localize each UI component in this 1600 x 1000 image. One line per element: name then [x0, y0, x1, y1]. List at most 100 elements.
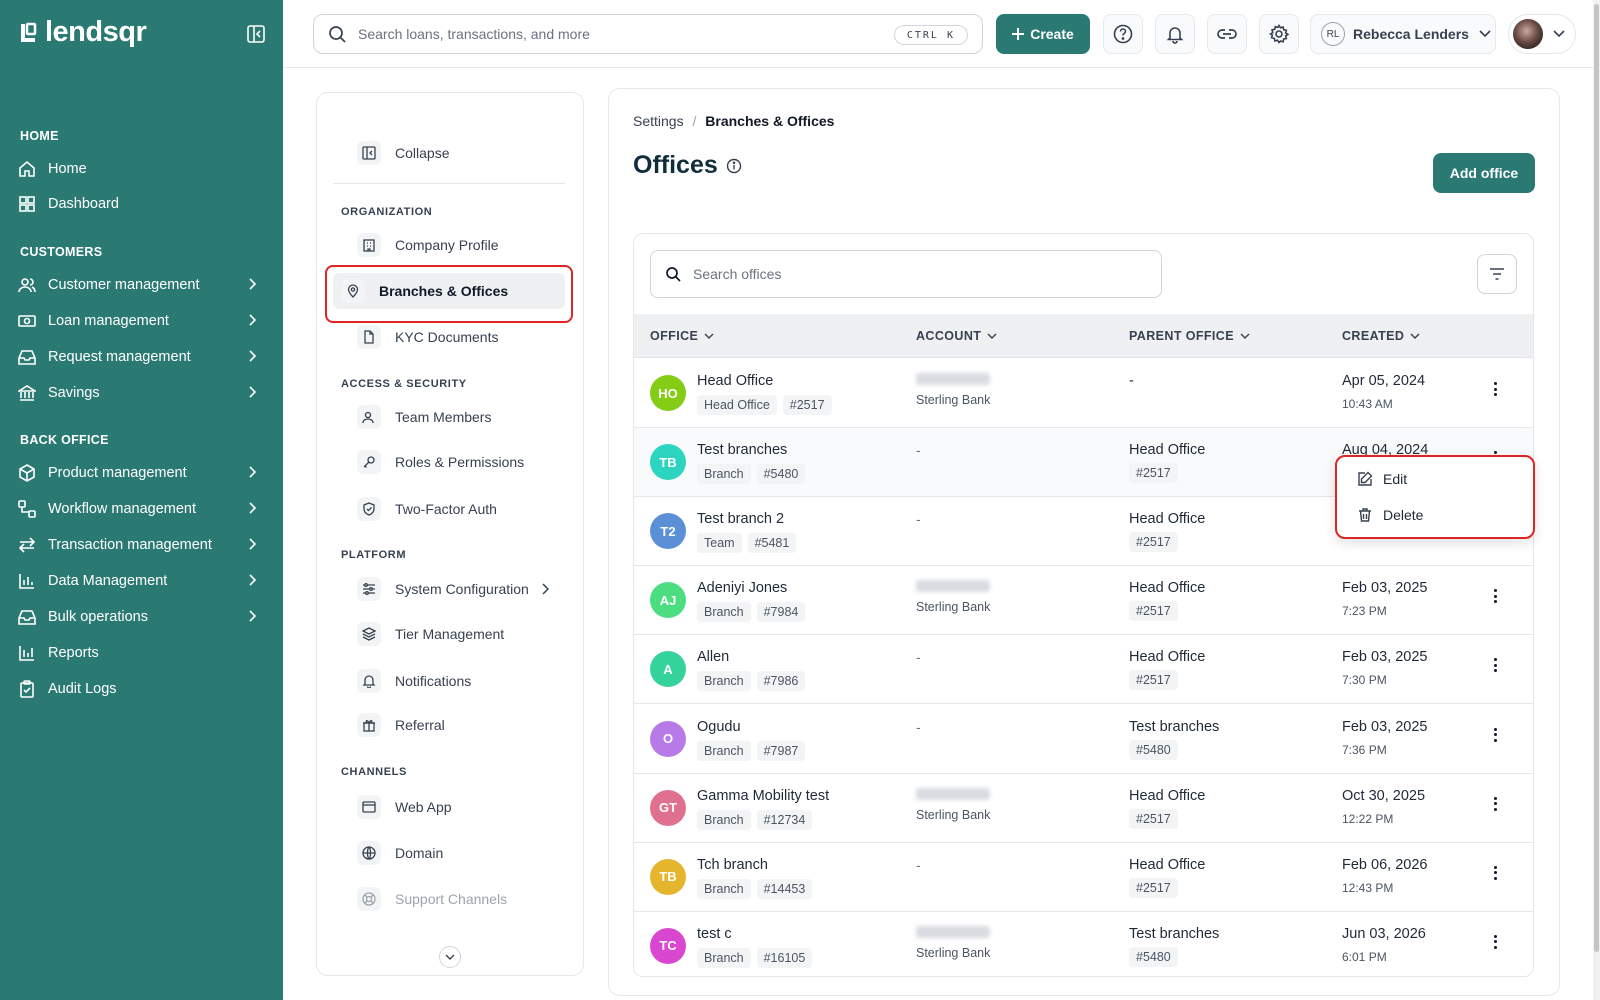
nav-request-management[interactable]: Request management: [16, 340, 268, 374]
office-name[interactable]: Test branches: [697, 442, 787, 458]
info-icon[interactable]: [726, 158, 742, 174]
chevron-down-icon: [704, 333, 714, 339]
page-title-row: Offices: [633, 151, 742, 180]
chevron-right-icon: [249, 278, 256, 290]
more-options-icon[interactable]: [1490, 794, 1500, 814]
more-options-icon[interactable]: [1490, 379, 1500, 399]
table-row[interactable]: TC test c Branch #16105 Sterling Bank Test br…: [634, 911, 1533, 976]
menu-item-delete[interactable]: Delete: [1357, 503, 1423, 527]
settings-nav-support-channels[interactable]: Support Channels: [341, 881, 573, 917]
nav-dashboard[interactable]: Dashboard: [16, 187, 268, 221]
table-row[interactable]: HO Head Office Head Office #2517 Sterling Ba…: [634, 359, 1533, 428]
breadcrumb-settings[interactable]: Settings: [633, 113, 684, 129]
office-name[interactable]: Adeniyi Jones: [697, 580, 787, 596]
filter-button[interactable]: [1477, 254, 1517, 294]
nav-data-management[interactable]: Data Management: [16, 564, 268, 598]
settings-nav-team-members[interactable]: Team Members: [341, 399, 573, 435]
nav-workflow-management[interactable]: Workflow management: [16, 492, 268, 526]
scroll-down-button[interactable]: [439, 946, 461, 968]
chevron-right-icon: [249, 574, 256, 586]
settings-nav-collapse[interactable]: Collapse: [341, 135, 573, 171]
office-name[interactable]: test c: [697, 926, 732, 942]
parent-id-tag: #2517: [1129, 463, 1178, 484]
nav-customer-management[interactable]: Customer management: [16, 268, 268, 302]
add-office-button[interactable]: Add office: [1433, 153, 1535, 193]
settings-nav-domain[interactable]: Domain: [341, 835, 573, 871]
nav-reports[interactable]: Reports: [16, 636, 268, 670]
office-name[interactable]: Head Office: [697, 373, 773, 389]
settings-nav-kyc-documents[interactable]: KYC Documents: [341, 319, 573, 355]
create-button[interactable]: Create: [996, 14, 1090, 54]
menu-item-edit[interactable]: Edit: [1357, 467, 1407, 491]
notifications-button[interactable]: [1155, 14, 1195, 54]
nav-bulk-operations[interactable]: Bulk operations: [16, 600, 268, 634]
office-avatar: TB: [650, 858, 686, 895]
nav-transaction-management[interactable]: Transaction management: [16, 528, 268, 562]
more-options-icon[interactable]: [1490, 655, 1500, 675]
settings-nav-company-profile[interactable]: Company Profile: [341, 227, 573, 263]
top-bar: Search loans, transactions, and more CTR…: [283, 0, 1600, 68]
parent-office: Head Office: [1129, 580, 1206, 597]
profile-avatar-button[interactable]: [1508, 14, 1576, 54]
help-button[interactable]: [1103, 14, 1143, 54]
column-header-account[interactable]: ACCOUNT: [916, 329, 997, 343]
table-row[interactable]: A Allen Branch #7986 - Head Office #2517 Feb 03…: [634, 635, 1533, 705]
table-row[interactable]: O Ogudu Branch #7987 - Test branches #5480 Feb …: [634, 704, 1533, 774]
link-button[interactable]: [1207, 14, 1247, 54]
users-icon: [16, 274, 38, 296]
global-search-input[interactable]: Search loans, transactions, and more CTR…: [313, 14, 983, 54]
more-options-icon[interactable]: [1490, 725, 1500, 745]
chevron-down-icon: [987, 333, 997, 339]
column-header-office[interactable]: OFFICE: [650, 329, 714, 343]
office-name[interactable]: Ogudu: [697, 719, 741, 735]
nav-loan-management[interactable]: Loan management: [16, 304, 268, 338]
office-avatar: TC: [650, 927, 686, 964]
building-icon: [357, 233, 381, 257]
nav-home[interactable]: Home: [16, 152, 268, 186]
table-row[interactable]: AJ Adeniyi Jones Branch #7984 Sterling Bank H…: [634, 566, 1533, 636]
nav-label: Reports: [48, 645, 99, 661]
office-name[interactable]: Gamma Mobility test: [697, 788, 829, 804]
settings-nav-roles-permissions[interactable]: Roles & Permissions: [341, 444, 573, 480]
settings-button[interactable]: [1259, 14, 1299, 54]
nav-savings[interactable]: Savings: [16, 376, 268, 410]
nav-product-management[interactable]: Product management: [16, 456, 268, 490]
nav-label: Tier Management: [395, 626, 505, 642]
settings-section-platform: PLATFORM: [341, 549, 407, 561]
column-header-created[interactable]: CREATED: [1342, 329, 1420, 343]
office-search-input[interactable]: Search offices: [650, 250, 1162, 298]
settings-nav-system-configuration[interactable]: System Configuration: [341, 571, 573, 607]
table-row[interactable]: TB Tch branch Branch #14453 - Head Office #251…: [634, 842, 1533, 912]
user-menu-button[interactable]: RL Rebecca Lenders: [1310, 14, 1496, 54]
office-name[interactable]: Allen: [697, 649, 729, 665]
scrollbar-thumb[interactable]: [1594, 4, 1599, 952]
more-options-icon[interactable]: [1490, 586, 1500, 606]
account-number: -: [916, 856, 921, 873]
nav-audit-logs[interactable]: Audit Logs: [16, 672, 268, 706]
collapse-icon: [357, 141, 381, 165]
more-options-icon[interactable]: [1490, 932, 1500, 952]
account-number: -: [916, 442, 921, 459]
more-options-icon[interactable]: [1490, 863, 1500, 883]
settings-nav-notifications[interactable]: Notifications: [341, 663, 573, 699]
column-header-parent-office[interactable]: PARENT OFFICE: [1129, 329, 1250, 343]
sidebar: lendsqr HOME Home Dashboard CUSTOMERS Cu…: [0, 0, 283, 1000]
table-row[interactable]: GT Gamma Mobility test Branch #12734 Sterlin…: [634, 773, 1533, 843]
chevron-right-icon: [249, 350, 256, 362]
settings-nav-tier-management[interactable]: Tier Management: [341, 616, 573, 652]
avatar: [1513, 19, 1543, 49]
settings-nav-referral[interactable]: Referral: [341, 707, 573, 743]
nav-label: Workflow management: [48, 501, 197, 517]
plus-icon: [1012, 28, 1025, 40]
office-name[interactable]: Tch branch: [697, 857, 768, 873]
settings-section-organization: ORGANIZATION: [341, 206, 433, 218]
brand-logo[interactable]: lendsqr: [19, 16, 147, 49]
page-scrollbar[interactable]: [1593, 0, 1600, 1000]
office-name[interactable]: Test branch 2: [697, 511, 784, 527]
office-tags: Branch #12734: [697, 809, 813, 830]
settings-nav-web-app[interactable]: Web App: [341, 789, 573, 825]
settings-nav-two-factor-auth[interactable]: Two-Factor Auth: [341, 491, 573, 527]
section-label-back-office: BACK OFFICE: [20, 433, 109, 447]
parent-id-tag: #2517: [1129, 877, 1178, 898]
sidebar-collapse-icon[interactable]: [246, 24, 266, 44]
